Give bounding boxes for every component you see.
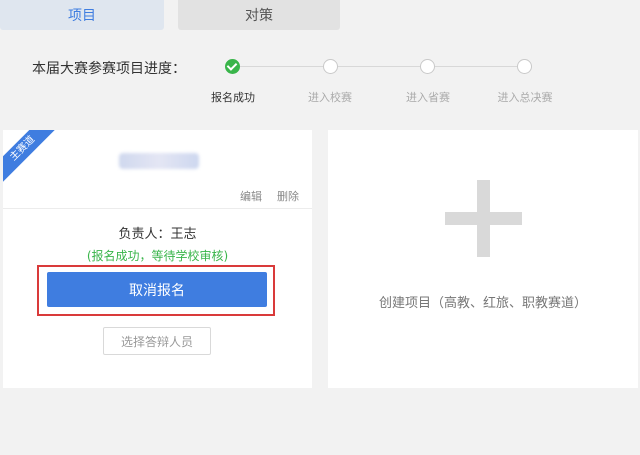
- tab-strategy[interactable]: 对策: [178, 0, 340, 30]
- step-label-registered: 报名成功: [211, 91, 255, 104]
- delete-link[interactable]: 删除: [277, 188, 299, 204]
- edit-link[interactable]: 编辑: [240, 188, 262, 204]
- step-pending-icon: [517, 59, 532, 74]
- owner-text: 负责人：王志: [118, 227, 197, 242]
- tab-project[interactable]: 项目: [0, 0, 164, 30]
- step-connector: [435, 66, 517, 67]
- step-label-province: 进入省赛: [406, 91, 450, 104]
- create-project-label: 创建项目（高教、红旅、职教赛道）: [378, 296, 587, 311]
- track-ribbon: 主赛道: [3, 130, 60, 186]
- step-done-check-icon: [225, 59, 240, 74]
- divider: [3, 208, 312, 209]
- status-text: (报名成功，等待学校审核): [86, 249, 229, 263]
- plus-icon: [477, 180, 490, 257]
- project-card: 主赛道 编辑 删除 负责人：王志 (报名成功，等待学校审核) 取消报名 选择答辩…: [3, 130, 312, 388]
- step-label-school: 进入校赛: [308, 91, 352, 104]
- create-project-card[interactable]: 创建项目（高教、红旅、职教赛道）: [328, 130, 638, 388]
- step-label-final: 进入总决赛: [497, 91, 553, 104]
- progress-label: 本届大赛参赛项目进度：: [32, 61, 186, 77]
- select-defense-members-button[interactable]: 选择答辩人员: [103, 327, 211, 355]
- step-connector: [240, 66, 323, 67]
- step-connector: [338, 66, 420, 67]
- project-title-blurred: [119, 153, 199, 169]
- step-pending-icon: [420, 59, 435, 74]
- step-pending-icon: [323, 59, 338, 74]
- cancel-registration-button[interactable]: 取消报名: [47, 272, 267, 307]
